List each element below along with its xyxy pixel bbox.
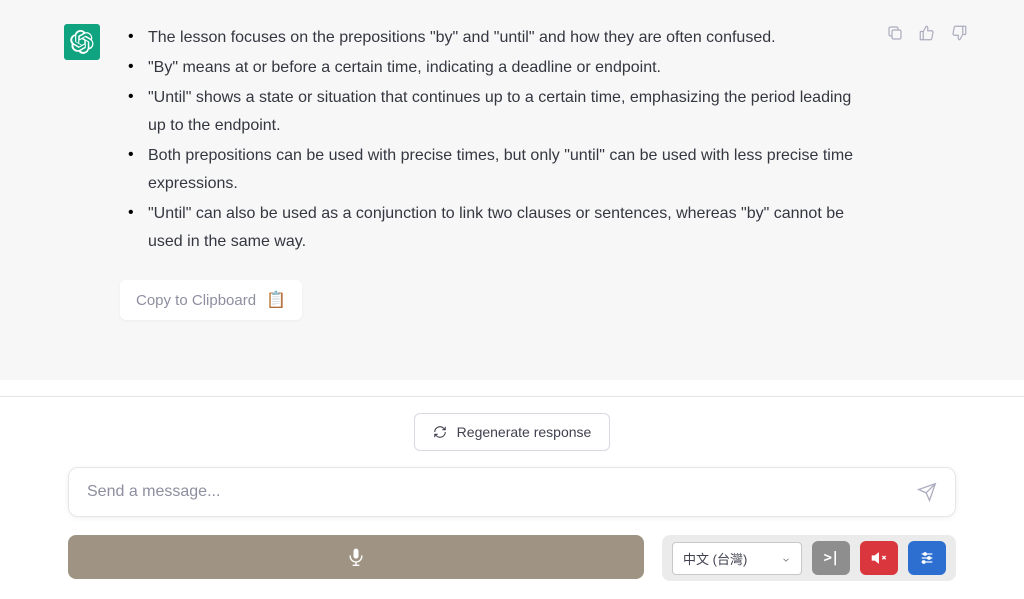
copy-to-clipboard-button[interactable]: Copy to Clipboard 📋: [120, 280, 302, 320]
message-input[interactable]: [87, 483, 917, 501]
speaker-off-icon: [871, 550, 887, 566]
list-item: The lesson focuses on the prepositions "…: [120, 24, 866, 52]
insert-button[interactable]: >|: [812, 541, 850, 575]
send-icon: [917, 482, 937, 502]
thumbs-down-icon[interactable]: [950, 24, 968, 42]
list-item: "By" means at or before a certain time, …: [120, 54, 866, 82]
language-select[interactable]: 中文 (台灣): [672, 542, 802, 575]
list-item: Both prepositions can be used with preci…: [120, 142, 866, 198]
list-item: "Until" can also be used as a conjunctio…: [120, 200, 866, 256]
thumbs-up-icon[interactable]: [918, 24, 936, 42]
microphone-icon: [346, 547, 366, 567]
regenerate-button[interactable]: Regenerate response: [414, 413, 611, 451]
list-item: "Until" shows a state or situation that …: [120, 84, 866, 140]
bottom-section: Regenerate response 中文 (台灣) >|: [0, 380, 1024, 599]
chevron-down-icon: [781, 553, 791, 563]
clipboard-icon: 📋: [266, 290, 286, 310]
copy-icon[interactable]: [886, 24, 904, 42]
toolbar-row: 中文 (台灣) >|: [0, 535, 1024, 599]
assistant-message: The lesson focuses on the prepositions "…: [0, 0, 1024, 344]
copy-clipboard-label: Copy to Clipboard: [136, 292, 256, 309]
regenerate-label: Regenerate response: [457, 424, 592, 440]
mute-button[interactable]: [860, 541, 898, 575]
send-button[interactable]: [917, 482, 937, 502]
assistant-avatar: [64, 24, 100, 60]
refresh-icon: [433, 425, 447, 439]
input-row: [0, 467, 1024, 535]
settings-button[interactable]: [908, 541, 946, 575]
message-actions: [886, 24, 968, 320]
sliders-icon: [919, 550, 935, 566]
regenerate-wrapper: Regenerate response: [0, 413, 1024, 451]
right-controls: 中文 (台灣) >|: [662, 535, 956, 581]
insert-icon: >|: [824, 550, 839, 566]
openai-logo-icon: [70, 30, 94, 54]
language-label: 中文 (台灣): [683, 549, 747, 568]
message-content: The lesson focuses on the prepositions "…: [120, 24, 866, 320]
microphone-button[interactable]: [68, 535, 644, 579]
input-wrapper: [68, 467, 956, 517]
bullet-list: The lesson focuses on the prepositions "…: [120, 24, 866, 256]
